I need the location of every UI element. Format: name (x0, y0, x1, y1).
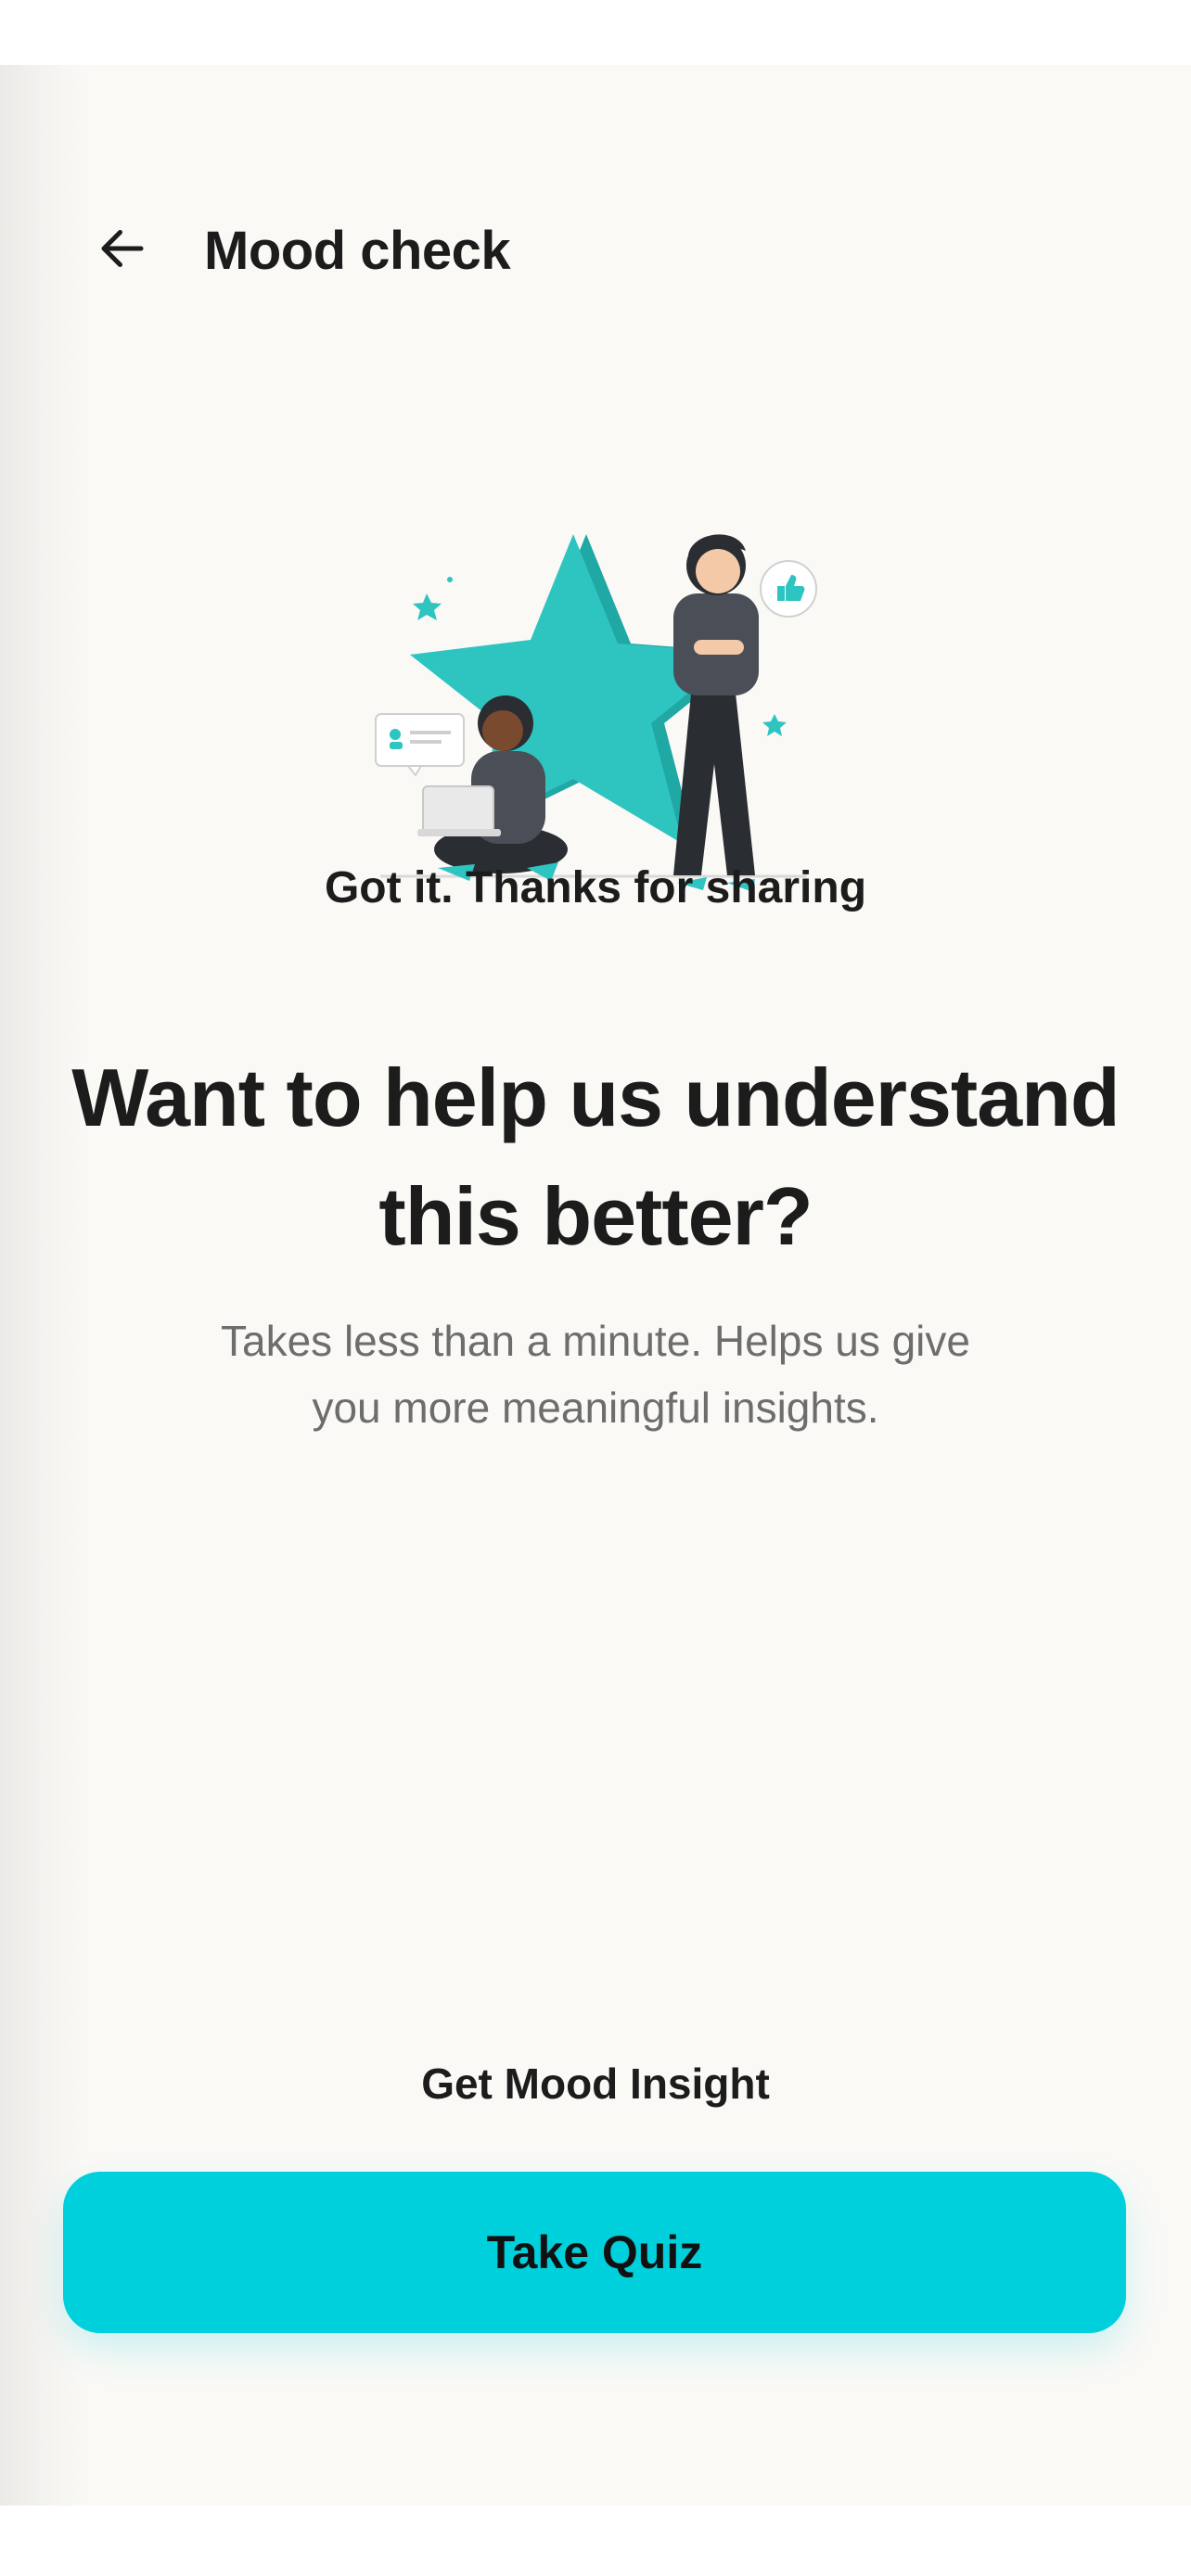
take-quiz-button[interactable]: Take Quiz (63, 2172, 1126, 2333)
header: Mood check (93, 204, 511, 297)
mood-check-screen: Mood check Got it. Thanks for sharing Wa… (0, 65, 1191, 2506)
acknowledgement-text: Got it. Thanks for sharing (324, 863, 867, 912)
page-title: Mood check (204, 220, 511, 281)
get-mood-insight-label: Get Mood Insight (421, 2060, 770, 2108)
subtext: Takes less than a minute. Helps us give … (221, 1317, 970, 1432)
two-people-with-star-illustration (352, 445, 835, 927)
back-button[interactable] (93, 221, 152, 280)
headline: Want to help us understand this better? (71, 1052, 1120, 1262)
screen-edge-shadow (0, 65, 83, 2506)
arrow-left-icon (95, 221, 150, 281)
take-quiz-label: Take Quiz (486, 2226, 703, 2278)
